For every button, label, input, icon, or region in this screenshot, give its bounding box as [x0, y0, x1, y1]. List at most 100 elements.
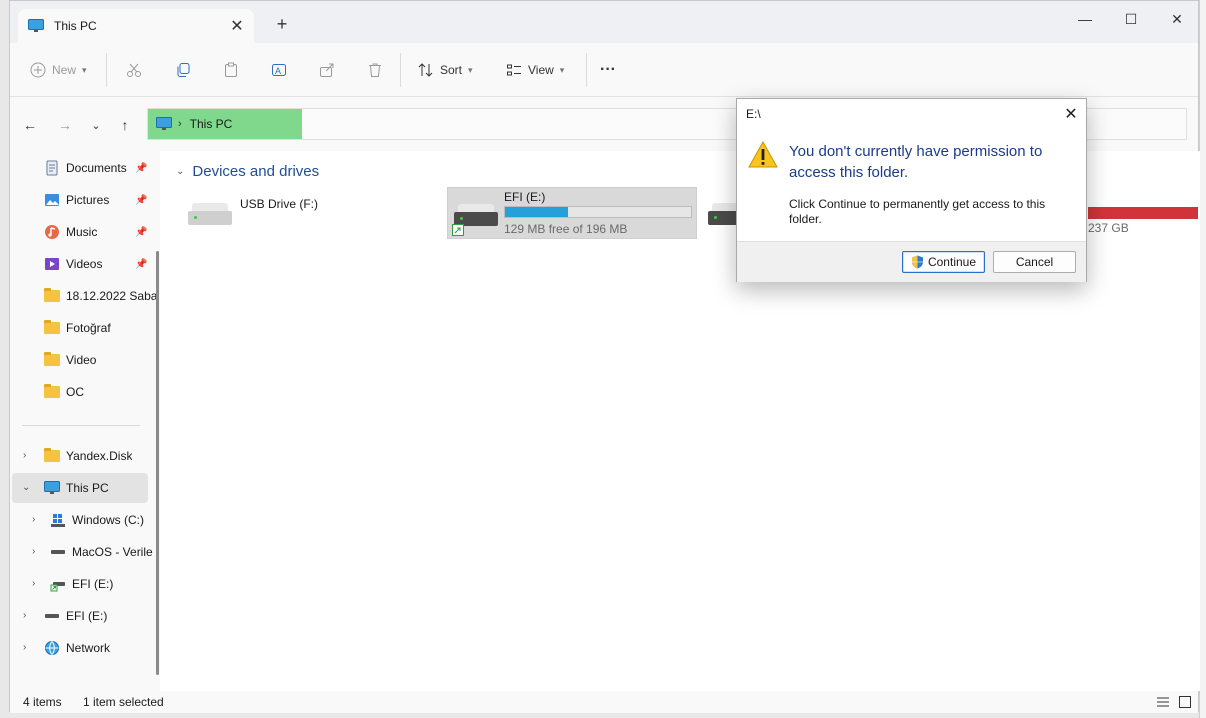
- view-button[interactable]: View ▾: [506, 57, 564, 83]
- sidebar-item-videos[interactable]: Videos: [44, 249, 102, 279]
- sidebar-item-music[interactable]: Music: [44, 217, 97, 247]
- expand-chevron-icon[interactable]: ›: [23, 450, 26, 461]
- expand-chevron-icon[interactable]: ›: [23, 642, 26, 653]
- paste-button[interactable]: [223, 57, 239, 83]
- videos-icon: [45, 258, 59, 270]
- rename-button[interactable]: A: [271, 57, 287, 83]
- sidebar-item-network[interactable]: Network: [44, 633, 110, 663]
- collapse-chevron-icon[interactable]: ⌄: [22, 482, 30, 493]
- sidebar-item-efi-e[interactable]: EFI (E:): [44, 601, 107, 631]
- toolbar-divider: [106, 53, 107, 87]
- expand-chevron-icon[interactable]: ›: [32, 578, 35, 589]
- dialog-heading: You don't currently have permission to a…: [789, 143, 1043, 181]
- details-view-icon[interactable]: [1156, 695, 1170, 709]
- delete-button[interactable]: [367, 57, 383, 83]
- svg-text:A: A: [275, 66, 281, 76]
- sidebar-item-oc[interactable]: OC: [44, 377, 84, 407]
- navigation-pane: Documents 📌 Pictures 📌 Music 📌 Videos 📌 …: [10, 151, 160, 691]
- folder-icon: [44, 352, 60, 366]
- drive-efi-e[interactable]: EFI (E:) 129 MB free of 196 MB: [447, 187, 697, 239]
- status-bar: 4 items 1 item selected: [10, 691, 1198, 713]
- scissors-icon: [127, 63, 141, 77]
- folder-icon: [44, 288, 60, 302]
- toolbar-divider: [586, 53, 587, 87]
- drive-usb-f[interactable]: USB Drive (F:): [188, 187, 438, 239]
- sidebar-item-label: Windows (C:): [72, 513, 145, 527]
- tiles-view-icon[interactable]: [1178, 695, 1192, 709]
- sidebar-item-efi-e-nested[interactable]: EFI (E:): [50, 569, 113, 599]
- chevron-down-icon: ▾: [468, 64, 473, 75]
- title-bar: This PC ✕ + — ☐ ✕: [10, 1, 1198, 43]
- sidebar-item-yandex-disk[interactable]: Yandex.Disk: [44, 441, 132, 471]
- permission-dialog: E:\ ✕ You don't currently have permissio…: [736, 98, 1087, 282]
- copy-button[interactable]: [175, 57, 191, 83]
- share-button[interactable]: [319, 57, 335, 83]
- close-window-button[interactable]: ✕: [1154, 7, 1200, 31]
- expand-chevron-icon[interactable]: ›: [32, 546, 35, 557]
- close-icon[interactable]: ✕: [1056, 99, 1086, 129]
- new-button[interactable]: New ▾: [30, 57, 87, 83]
- collapse-chevron-icon: ⌄: [176, 166, 185, 177]
- sidebar-item-label: Music: [66, 225, 98, 239]
- item-count: 4 items: [23, 695, 62, 709]
- sidebar-scrollbar[interactable]: [156, 251, 159, 675]
- sidebar-item-label: EFI (E:): [72, 577, 114, 591]
- breadcrumb-chevron-icon: ›: [178, 118, 182, 130]
- devices-and-drives-group[interactable]: ⌄ Devices and drives: [176, 163, 319, 180]
- sidebar-divider: [22, 425, 140, 426]
- drive-free-space: 129 MB free of 196 MB: [504, 222, 628, 236]
- sidebar-item-video[interactable]: Video: [44, 345, 96, 375]
- new-button-label: New: [52, 63, 77, 77]
- back-arrow-icon[interactable]: ←: [18, 115, 42, 135]
- group-header-label: Devices and drives: [192, 163, 320, 180]
- minimize-button[interactable]: —: [1062, 7, 1108, 31]
- up-arrow-icon[interactable]: ↑: [113, 115, 137, 135]
- pin-icon: 📌: [135, 195, 148, 206]
- forward-arrow-icon[interactable]: →: [53, 115, 77, 135]
- sidebar-item-label: Video: [66, 353, 97, 367]
- tab-this-pc[interactable]: This PC ✕: [18, 9, 254, 43]
- sidebar-item-fotograf[interactable]: Fotoğraf: [44, 313, 111, 343]
- breadcrumb-this-pc: This PC: [189, 117, 233, 131]
- sidebar-item-macos[interactable]: MacOS - Verile: [50, 537, 156, 567]
- new-tab-button[interactable]: +: [272, 14, 292, 34]
- uac-shield-icon: [911, 255, 923, 269]
- sidebar-item-documents[interactable]: Documents: [44, 153, 127, 183]
- capacity-bar-full: [1088, 207, 1198, 219]
- this-pc-icon: [28, 19, 44, 32]
- sidebar-item-18-12-2022-sabah[interactable]: 18.12.2022 Sabah: [44, 281, 156, 311]
- command-bar: New ▾ A Sort ▾ View ▾ ···: [10, 43, 1198, 97]
- drive-name: EFI (E:): [504, 190, 546, 204]
- sidebar-item-label: MacOS - Verile: [72, 545, 153, 559]
- maximize-button[interactable]: ☐: [1108, 7, 1154, 31]
- expand-chevron-icon[interactable]: ›: [23, 610, 26, 621]
- shortcut-arrow-icon: [452, 224, 464, 236]
- close-tab-icon[interactable]: ✕: [228, 17, 246, 35]
- this-pc-icon: [44, 481, 60, 494]
- sidebar-item-label: Yandex.Disk: [66, 449, 133, 463]
- sidebar-item-pictures[interactable]: Pictures: [44, 185, 109, 215]
- sidebar-item-label: Documents: [66, 161, 127, 175]
- documents-icon: [46, 160, 58, 176]
- copy-icon: [177, 63, 190, 77]
- address-breadcrumb[interactable]: › This PC: [148, 109, 302, 139]
- cut-button[interactable]: [126, 57, 142, 83]
- view-list-icon: [507, 64, 521, 76]
- rename-icon: A: [272, 64, 286, 76]
- sidebar-item-windows-c[interactable]: Windows (C:): [50, 505, 156, 535]
- usb-drive-icon: [188, 203, 232, 227]
- recent-locations-chevron-icon[interactable]: ⌄: [84, 115, 108, 135]
- network-icon: [45, 641, 59, 655]
- expand-chevron-icon[interactable]: ›: [32, 514, 35, 525]
- sidebar-item-this-pc[interactable]: This PC: [44, 473, 109, 503]
- continue-button[interactable]: Continue: [902, 251, 985, 273]
- chevron-down-icon: ▾: [559, 64, 565, 75]
- sidebar-item-label: 18.12.2022 Sabah: [66, 289, 156, 303]
- more-options-button[interactable]: ···: [600, 57, 616, 83]
- warning-icon: [748, 141, 778, 168]
- share-icon: [320, 63, 334, 77]
- capacity-bar: [504, 206, 692, 218]
- cancel-button[interactable]: Cancel: [993, 251, 1076, 273]
- sidebar-item-label: Fotoğraf: [66, 321, 111, 335]
- sort-button[interactable]: Sort ▾: [418, 57, 473, 83]
